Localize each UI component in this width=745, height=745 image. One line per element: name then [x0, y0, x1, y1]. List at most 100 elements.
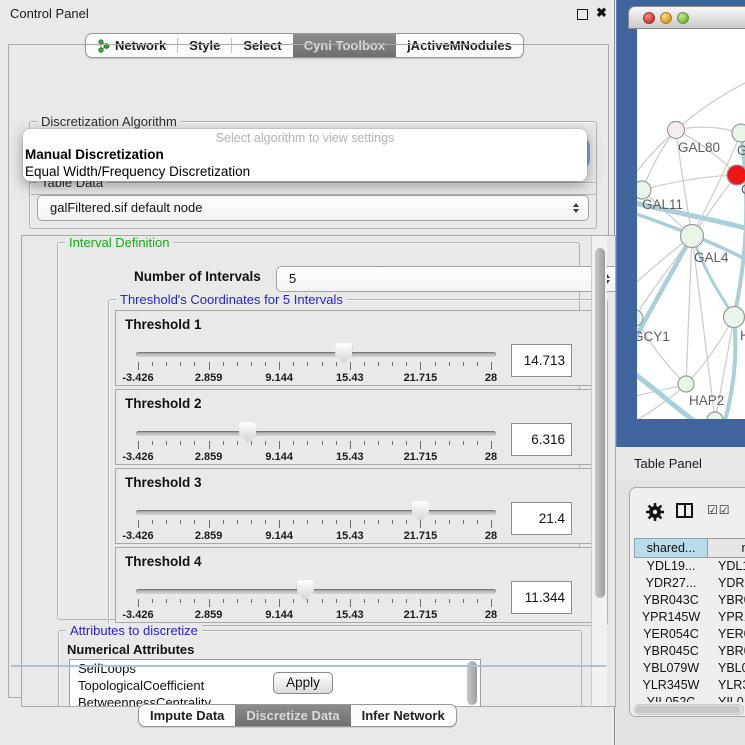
- dropdown-option-manual-discretization[interactable]: Manual Discretization: [23, 146, 587, 163]
- minimize-traffic-light-icon[interactable]: [660, 12, 672, 24]
- tick-label: -3.426: [122, 372, 153, 384]
- HAP2-node[interactable]: [678, 376, 694, 392]
- table-row[interactable]: YBR045CYBR0: [634, 643, 745, 660]
- slider-ticks: [138, 362, 491, 371]
- apply-button[interactable]: Apply: [273, 672, 333, 694]
- tick-label: -3.426: [122, 451, 153, 463]
- node-label: HAP2: [689, 393, 724, 408]
- network-edge[interactable]: [642, 175, 737, 190]
- H-node[interactable]: [724, 307, 745, 328]
- threshold-slider-handle[interactable]: [412, 501, 429, 522]
- threshold-panel: Threshold 1 -3.4262.8599.14415.4321.7152…: [115, 310, 603, 386]
- tab-impute-data[interactable]: Impute Data: [139, 705, 235, 726]
- table-row[interactable]: YBL079WYBL0: [634, 660, 745, 677]
- column-header-shared-[interactable]: shared...: [634, 538, 708, 558]
- number-of-intervals-spinner[interactable]: 5: [276, 266, 616, 292]
- node-table: shared...na YDL19...YDL1YDR27...YDR2YBR0…: [634, 538, 745, 702]
- network-edge[interactable]: [637, 318, 686, 384]
- tick-label: 21.715: [404, 451, 438, 463]
- network-edge[interactable]: [642, 130, 676, 190]
- table-row[interactable]: YPR145WYPR1: [634, 609, 745, 626]
- list-scrollbar-thumb[interactable]: [467, 661, 477, 705]
- table-row[interactable]: YBR043CYBR0: [634, 592, 745, 609]
- horizontal-scrollbar[interactable]: [634, 704, 744, 715]
- group-label: Attributes to discretize: [66, 623, 202, 638]
- threshold-slider-handle[interactable]: [239, 422, 256, 443]
- screen: Control Panel ✖ NetworkStyleSelectCyni T…: [0, 0, 745, 745]
- network-edge[interactable]: [686, 236, 692, 384]
- tick-label: 28: [485, 372, 497, 384]
- threshold-label: Threshold 1: [125, 317, 202, 332]
- slider-tick-labels: -3.4262.8599.14415.4321.71528: [138, 530, 491, 542]
- tick-label: 2.859: [195, 609, 223, 621]
- table-row[interactable]: YDR27...YDR2: [634, 575, 745, 592]
- tick-label: 2.859: [195, 372, 223, 384]
- tab-label: Infer Network: [362, 708, 445, 723]
- vertical-scrollbar-thumb[interactable]: [595, 248, 605, 598]
- table-cell: YBR045C: [634, 643, 708, 660]
- tab-label: Discretize Data: [246, 708, 339, 723]
- table-data-select[interactable]: galFiltered.sif default node: [37, 195, 589, 221]
- table-cell: YER054C: [634, 626, 708, 643]
- control-panel-body: Discretization Algorithm Table Data galF…: [8, 44, 609, 698]
- GAL4-node[interactable]: [681, 225, 704, 248]
- table-panel-body: ☑☑ shared...na YDL19...YDL1YDR27...YDR2Y…: [629, 487, 745, 717]
- threshold-slider-handle[interactable]: [297, 580, 314, 601]
- gear-icon[interactable]: [644, 501, 666, 523]
- dropdown-placeholder: Select algorithm to view settings: [23, 130, 587, 146]
- threshold-slider-track[interactable]: [136, 510, 496, 515]
- threshold-slider-handle[interactable]: [335, 343, 352, 364]
- threshold-slider-track[interactable]: [136, 589, 496, 594]
- tab-discretize-data[interactable]: Discretize Data: [235, 705, 350, 726]
- column-header-na[interactable]: na: [708, 538, 745, 558]
- tick-label: 9.144: [265, 530, 293, 542]
- network-edge-highlighted[interactable]: [725, 317, 735, 419]
- tick-label: 15.43: [336, 372, 364, 384]
- network-canvas[interactable]: GAL80GACGAL11GAL4GCY1HHAP2: [637, 29, 745, 419]
- cyni-mode-tabs: Impute Data Discretize Data Infer Network: [138, 704, 457, 727]
- node-label: C: [741, 182, 745, 197]
- network-edge[interactable]: [676, 127, 741, 133]
- network-edge-highlighted[interactable]: [692, 236, 734, 317]
- horizontal-scrollbar-thumb[interactable]: [636, 706, 740, 713]
- threshold-value-field[interactable]: 6.316: [511, 423, 572, 456]
- slider-ticks: [138, 441, 491, 450]
- vertical-scrollbar[interactable]: [591, 236, 607, 706]
- tick-label: 9.144: [265, 609, 293, 621]
- algorithm-dropdown-popup: Select algorithm to view settings Manual…: [23, 129, 587, 181]
- threshold-value-field[interactable]: 11.344: [511, 581, 572, 614]
- tick-label: 15.43: [336, 609, 364, 621]
- partial-node[interactable]: [707, 412, 723, 419]
- float-panel-icon[interactable]: [577, 9, 588, 20]
- tick-label: 2.859: [195, 530, 223, 542]
- table-row[interactable]: YDL19...YDL1: [634, 558, 745, 575]
- table-row[interactable]: YLR345WYLR3: [634, 677, 745, 694]
- node[interactable]: [732, 124, 745, 142]
- network-window-titlebar[interactable]: [628, 6, 745, 29]
- tick-label: 9.144: [265, 451, 293, 463]
- network-edge[interactable]: [686, 317, 734, 384]
- split-columns-icon[interactable]: [676, 503, 693, 518]
- select-columns-icon[interactable]: ☑☑: [707, 503, 731, 517]
- combo-arrows-icon: [573, 203, 579, 213]
- table-cell: YPR145W: [634, 609, 708, 626]
- threshold-label: Threshold 3: [125, 475, 202, 490]
- table-panel-title: Table Panel: [616, 447, 745, 480]
- GAL80-node[interactable]: [668, 122, 685, 139]
- threshold-value-field[interactable]: 14.713: [511, 344, 572, 377]
- tab-infer-network[interactable]: Infer Network: [351, 705, 456, 726]
- threshold-slider-track[interactable]: [136, 431, 496, 436]
- threshold-label: Threshold 4: [125, 554, 202, 569]
- table-row[interactable]: YER054CYER0: [634, 626, 745, 643]
- table-data-selected-value: galFiltered.sif default node: [50, 196, 202, 220]
- close-traffic-light-icon[interactable]: [643, 12, 655, 24]
- table-row[interactable]: YIL052CYIL0: [634, 694, 745, 702]
- zoom-traffic-light-icon[interactable]: [677, 12, 689, 24]
- threshold-panel: Threshold 4 -3.4262.8599.14415.4321.7152…: [115, 547, 603, 623]
- threshold-panel: Threshold 2 -3.4262.8599.14415.4321.7152…: [115, 389, 603, 465]
- attributes-group: Attributes to discretize Numerical Attri…: [58, 630, 582, 707]
- threshold-slider-track[interactable]: [136, 352, 496, 357]
- close-icon[interactable]: ✖: [596, 5, 607, 21]
- threshold-value-field[interactable]: 21.4: [511, 502, 572, 535]
- dropdown-option-equal-width-frequency[interactable]: Equal Width/Frequency Discretization: [23, 163, 587, 180]
